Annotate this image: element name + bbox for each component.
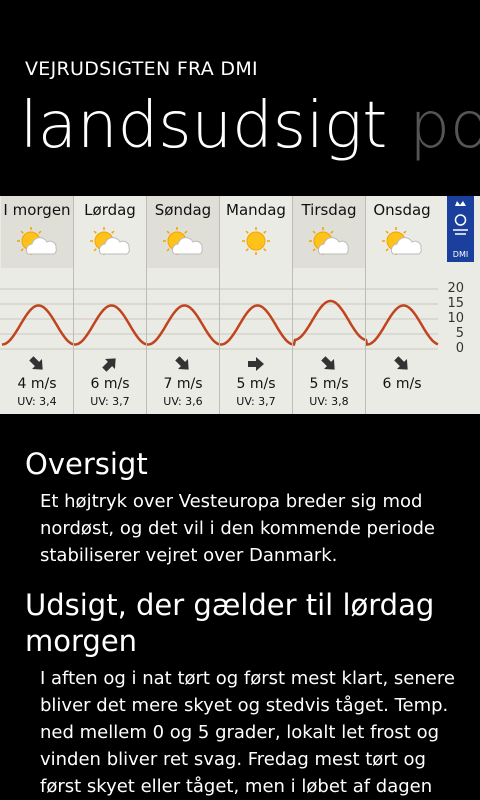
wind-speed: 6 m/s [90,376,130,392]
day-name: I morgen [3,201,71,219]
partly-cloudy-icon [1,226,73,258]
wind-info: 5 m/s UV: 3,8 [293,354,365,408]
sun-icon [220,226,292,258]
uv-index: UV: 3,7 [236,395,276,408]
arrow-down-right-icon [366,354,438,374]
day-column: I morgen [1,196,73,268]
wind-info: 4 m/s UV: 3,4 [1,354,73,408]
overview-title: Oversigt [25,447,148,481]
arrow-up-right-icon [74,354,146,374]
scale-label: 0 [455,341,464,356]
wind-speed: 6 m/s [382,376,422,392]
arrow-down-right-icon [147,354,219,374]
arrow-down-right-icon [1,354,73,374]
dmi-logo-text: DMI [452,250,469,259]
temperature-curve [0,288,439,350]
scale-label: 10 [447,311,464,326]
uv-index: UV: 3,4 [17,395,57,408]
dmi-logo: DMI [447,196,474,262]
day-column: Onsdag [366,196,438,268]
crown-icon [453,201,468,235]
pivot-header: landsudsigt po [20,86,480,166]
day-column: Lørdag [74,196,146,268]
wind-info: 6 m/s UV: 3,7 [74,354,146,408]
day-column: Mandag [220,196,292,268]
column-divider [146,196,147,414]
wind-speed: 5 m/s [309,376,349,392]
outlook-title: Udsigt, der gælder til lørdag morgen [25,588,435,658]
pivot-item-landsudsigt[interactable]: landsudsigt [20,89,387,163]
day-name: Tirsdag [301,201,357,219]
column-divider [365,196,366,414]
partly-cloudy-icon [293,226,365,258]
outlook-text: I aften og i nat tørt og først mest klar… [40,668,455,797]
wind-info: 7 m/s UV: 3,6 [147,354,219,408]
wind-info: 5 m/s UV: 3,7 [220,354,292,408]
day-column: Tirsdag [293,196,365,268]
temperature-line [1,299,439,346]
overview-text: Et højtryk over Vesteuropa breder sig mo… [40,491,435,566]
partly-cloudy-icon [366,226,438,258]
wind-speed: 5 m/s [236,376,276,392]
forecast-text: Oversigt Et højtryk over Vesteuropa bred… [25,446,465,800]
column-divider [219,196,220,414]
uv-index: UV: 3,8 [309,395,349,408]
wind-speed: 7 m/s [163,376,203,392]
partly-cloudy-icon [147,226,219,258]
wind-speed: 4 m/s [17,376,57,392]
pivot-item-next[interactable]: po [409,89,480,163]
scale-label: 15 [447,296,464,311]
day-name: Lørdag [84,201,136,219]
column-divider [292,196,293,414]
arrow-down-right-icon [293,354,365,374]
day-name: Onsdag [373,201,431,219]
scale-label: 20 [447,281,464,296]
day-name: Mandag [226,201,286,219]
wind-info: 6 m/s [366,354,438,395]
arrow-right-icon [220,354,292,374]
column-divider [73,196,74,414]
day-name: Søndag [154,201,212,219]
forecast-panel: I morgen Lørdag Søndag Mandag Tirsdag Onsdag … [0,196,480,414]
uv-index: UV: 3,6 [163,395,203,408]
partly-cloudy-icon [74,226,146,258]
uv-index: UV: 3,7 [90,395,130,408]
scale-label: 5 [455,326,464,341]
app-title: VEJRUDSIGTEN FRA DMI [25,58,258,80]
day-column: Søndag [147,196,219,268]
